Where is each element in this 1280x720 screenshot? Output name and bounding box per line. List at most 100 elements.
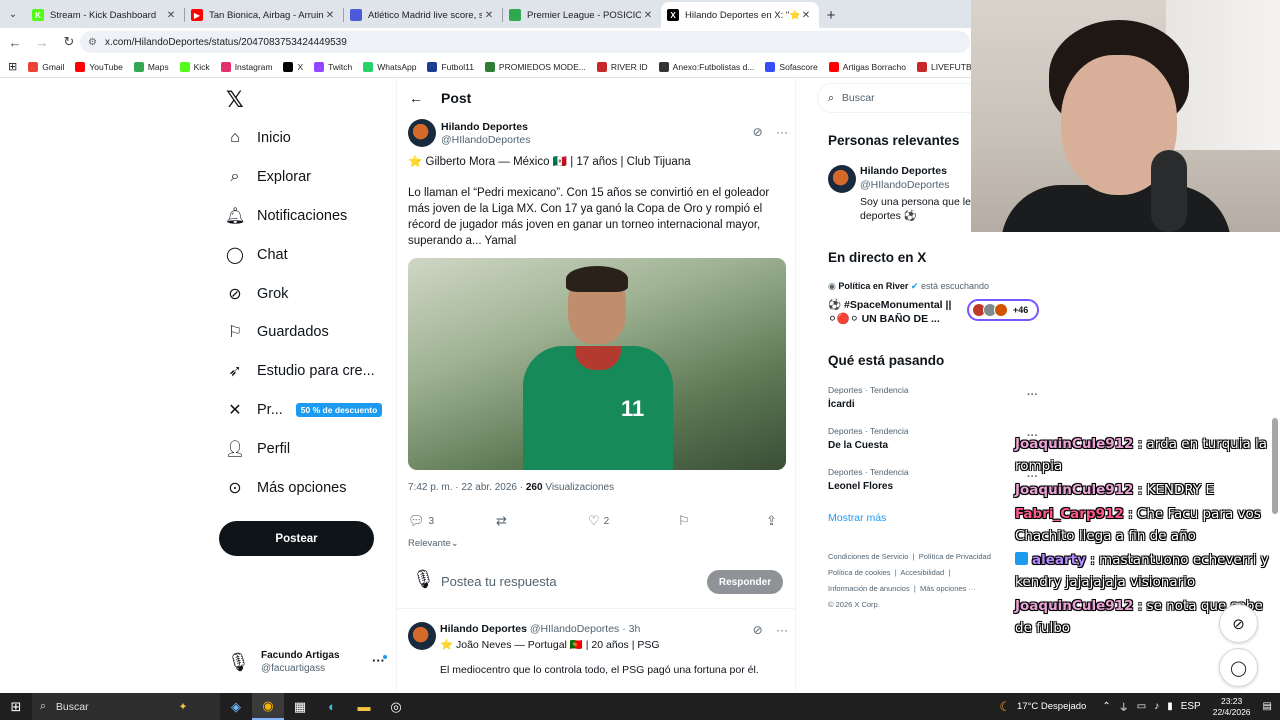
browser-tab[interactable]: K Stream - Kick Dashboard ✕ (26, 2, 184, 28)
live-listeners[interactable]: +46 (967, 299, 1039, 321)
copilot-icon[interactable]: ◈ (220, 693, 252, 720)
author-avatar[interactable] (408, 119, 436, 147)
live-host[interactable]: ◉ Política en River ✔ está escuchando (828, 281, 989, 292)
grok-float-button[interactable]: ⊘ (1219, 604, 1258, 643)
file-explorer-icon[interactable]: ▬ (348, 693, 380, 720)
bookmark-item[interactable]: Maps (133, 61, 169, 72)
live-space-title[interactable]: ⚽ #SpaceMonumental || ⚪🔴⚪ UN BAÑO DE ... (828, 298, 958, 326)
address-bar[interactable]: ⚙ x.com/HilandoDeportes/status/204708375… (80, 31, 970, 53)
bookmark-item[interactable]: YouTube (75, 61, 123, 72)
relevant-name[interactable]: Hilando Deportes (860, 165, 947, 177)
tab-search-icon[interactable]: ⌄ (0, 0, 26, 28)
nav-item-rocket[interactable]: ➶ Estudio para cre... (225, 356, 374, 386)
reply-author-name[interactable]: Hilando Deportes (440, 623, 527, 635)
battery-icon[interactable]: ▮ (1167, 701, 1173, 712)
store-icon[interactable]: ▦ (284, 693, 316, 720)
tab-close-icon[interactable]: ✕ (641, 10, 655, 21)
more-icon[interactable]: ··· (776, 125, 788, 139)
more-icon[interactable]: ··· (776, 623, 788, 637)
chrome-icon[interactable]: ◉ (252, 693, 284, 720)
reply-tweet[interactable]: Hilando Deportes @HIlandoDeportes · 3h ⭐… (408, 620, 788, 693)
footer-link[interactable]: Política de Privacidad (919, 552, 991, 561)
usb-icon[interactable]: ⏚ (1119, 699, 1129, 714)
clock[interactable]: 23:23 22/4/2026 (1213, 696, 1251, 718)
author-handle[interactable]: @HIlandoDeportes (441, 134, 530, 146)
bookmark-item[interactable]: Futbol11 (427, 61, 474, 72)
trend-item[interactable]: Deportes · Tendencia De la Cuesta ··· (828, 426, 1038, 451)
reload-icon[interactable]: ↻ (57, 30, 81, 54)
tab-close-icon[interactable]: ✕ (323, 10, 337, 21)
new-tab-button[interactable]: + (819, 2, 843, 28)
bookmark-button[interactable]: ⚐ (678, 513, 694, 529)
browser-tab[interactable]: Premier League - POSICIONES✕ (503, 2, 661, 28)
network-icon[interactable]: ▭ (1137, 701, 1146, 712)
relevant-avatar[interactable] (828, 165, 856, 193)
nav-item-bookmark[interactable]: ⚐ Guardados (225, 317, 329, 347)
like-button[interactable]: ♡ 2 (588, 513, 609, 529)
tab-close-icon[interactable]: ✕ (482, 10, 496, 21)
windows-start-icon[interactable]: ⊞ (0, 693, 32, 720)
footer-link[interactable]: Accesibilidad (900, 568, 944, 577)
tab-close-icon[interactable]: ✕ (164, 10, 178, 21)
bookmark-item[interactable]: Sofascore (765, 61, 818, 72)
bookmark-item[interactable]: PROMIEDOS MODE... (484, 61, 586, 72)
browser-tab[interactable]: ▶ Tan Bionica, Airbag - Arruinarse✕ (185, 2, 343, 28)
bookmark-item[interactable]: Artigas Borracho (828, 61, 906, 72)
nav-item-more-circle[interactable]: ⊙ Más opciones (225, 473, 346, 503)
bookmark-item[interactable]: Anexo:Futbolistas d... (658, 61, 754, 72)
trend-item[interactable]: Deportes · Tendencia İcardi ··· (828, 385, 1038, 410)
bookmark-item[interactable]: Twitch (314, 61, 352, 72)
volume-icon[interactable]: ♪ (1154, 701, 1159, 712)
trend-item[interactable]: Deportes · Tendencia Leonel Flores ··· (828, 467, 1038, 492)
grok-explain-icon[interactable]: ⊘ (753, 623, 763, 637)
notifications-icon[interactable]: ▤ (1263, 701, 1272, 712)
footer-link[interactable]: Condiciones de Servicio (828, 552, 908, 561)
back-arrow-icon[interactable]: ← (409, 90, 423, 106)
tweet-timestamp[interactable]: 7:42 p. m. · 22 abr. 2026 · (408, 482, 526, 493)
forward-icon[interactable]: → (30, 30, 54, 54)
x-logo-icon[interactable]: 𝕏 (226, 88, 244, 113)
repost-button[interactable]: ⇄ (496, 513, 511, 529)
taskbar-search[interactable]: ⌕ Buscar ✦ (32, 693, 220, 720)
author-name[interactable]: Hilando Deportes (441, 121, 530, 133)
reply-input[interactable]: Postea tu respuesta (441, 574, 557, 589)
tweet-author[interactable]: Hilando Deportes @HIlandoDeportes ⊘ ··· (408, 117, 788, 149)
bookmark-item[interactable]: Gmail (28, 61, 64, 72)
bookmark-item[interactable]: X (283, 61, 303, 72)
nav-item-x-premium[interactable]: ✕ Pr... 50 % de descuento (225, 395, 383, 425)
account-switcher[interactable]: 🎙 Facundo Artigas @facuartigass ··· (227, 645, 395, 679)
discount-badge[interactable]: 50 % de descuento (295, 403, 383, 417)
more-icon[interactable]: ··· (1027, 389, 1038, 401)
tab-close-icon[interactable]: ✕ (799, 10, 813, 21)
edge-icon[interactable]: ◐ (316, 693, 348, 720)
chevron-up-icon[interactable]: ⌃ (1102, 701, 1110, 712)
reply-sort-dropdown[interactable]: Relevante⌄ (408, 538, 459, 549)
post-button[interactable]: Postear (219, 521, 374, 556)
relevant-handle[interactable]: @HIlandoDeportes (860, 179, 949, 191)
footer-link[interactable]: Política de cookies (828, 568, 891, 577)
browser-tab[interactable]: X Hilando Deportes en X: "⭐ Gil✕ (661, 2, 819, 28)
reply-submit-button[interactable]: Responder (707, 570, 783, 594)
nav-item-person[interactable]: 👤︎ Perfil (225, 434, 290, 464)
nav-item-home[interactable]: ⌂ Inicio (225, 123, 291, 153)
tweet-image[interactable]: 11 (408, 258, 786, 470)
messages-float-button[interactable]: ◯ (1219, 648, 1258, 687)
reply-avatar[interactable] (408, 622, 436, 650)
bookmark-item[interactable]: Kick (179, 61, 210, 72)
site-info-icon[interactable]: ⚙ (88, 37, 97, 48)
nav-item-chat[interactable]: ◯ Chat (225, 240, 288, 270)
weather-widget[interactable]: ☾ 17°C Despejado (999, 699, 1086, 715)
bookmark-item[interactable]: RIVER ID (596, 61, 648, 72)
footer-link[interactable]: Más opciones ··· (920, 584, 976, 593)
obs-icon[interactable]: ◎ (380, 693, 412, 720)
apps-grid-icon[interactable]: ⊞ (8, 60, 17, 73)
nav-item-search[interactable]: ⌕ Explorar (225, 162, 311, 192)
browser-tab[interactable]: Atlético Madrid live score, sche✕ (344, 2, 502, 28)
share-button[interactable]: ⇪ (766, 513, 781, 529)
back-icon[interactable]: ← (3, 30, 27, 54)
grok-explain-icon[interactable]: ⊘ (753, 125, 763, 139)
reply-button[interactable]: 💬︎ 3 (408, 513, 434, 529)
show-more-link[interactable]: Mostrar más (828, 512, 886, 524)
language-indicator[interactable]: ESP (1181, 701, 1201, 712)
bookmark-item[interactable]: WhatsApp (363, 61, 416, 72)
